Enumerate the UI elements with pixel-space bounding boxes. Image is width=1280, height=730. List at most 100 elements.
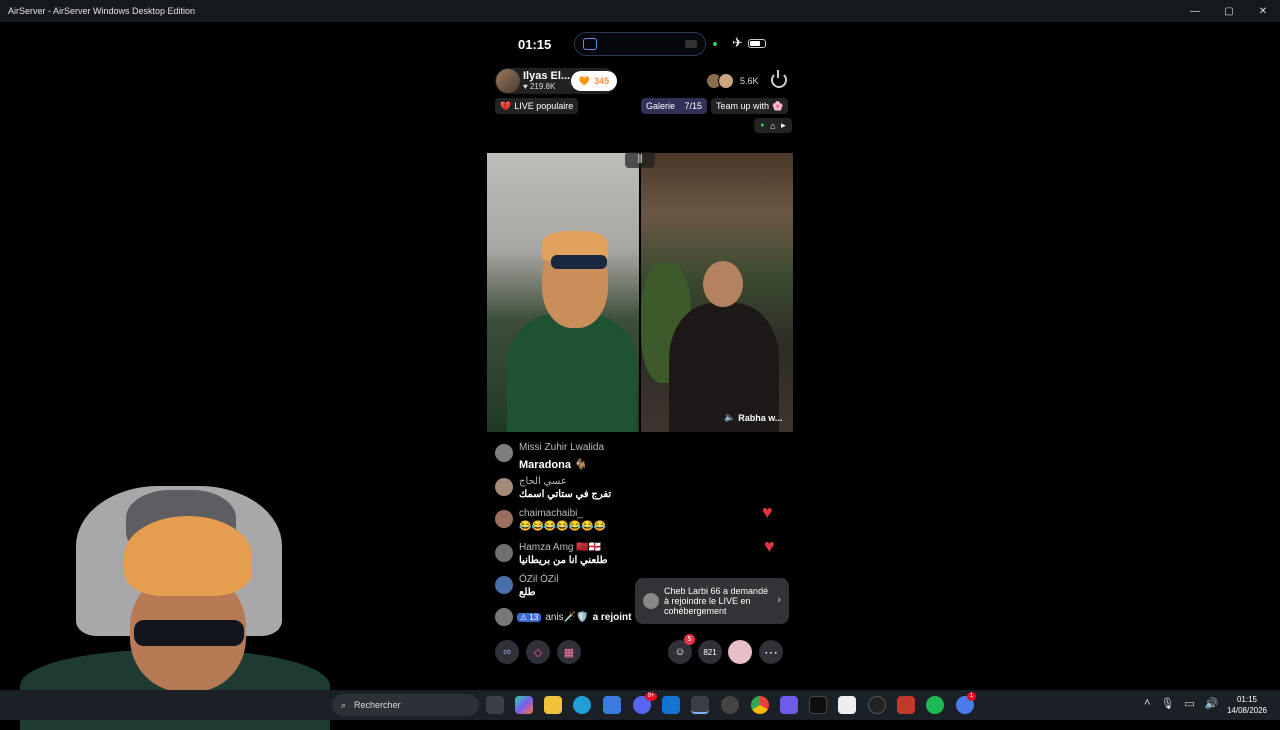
host-video-feed[interactable] <box>487 153 639 432</box>
share-icon[interactable]: 821 <box>698 640 722 664</box>
link-icon[interactable]: ∞ <box>495 640 519 664</box>
search-icon: ⌕ <box>341 699 347 710</box>
team-up-chip[interactable]: Team up with 🌸 <box>711 98 789 114</box>
camera-indicator-icon <box>713 42 717 46</box>
obs-icon[interactable] <box>721 696 739 714</box>
team-up-avatar-icon: 🌸 <box>772 100 784 111</box>
host-likes-value: 219.8K <box>529 82 556 91</box>
host-sunglasses <box>551 255 607 269</box>
comment-avatar[interactable] <box>495 478 513 496</box>
home-icon: ⌂ <box>770 120 776 131</box>
effects-icon[interactable]: ▦ <box>557 640 581 664</box>
host-pill[interactable]: Ilyas El... ♥ 219.8K 🧡 345 <box>495 68 617 94</box>
taskbar-search[interactable]: ⌕ Rechercher <box>332 694 479 716</box>
online-dot-icon: ● <box>760 122 765 129</box>
comment-avatar[interactable] <box>495 544 513 562</box>
guest-label[interactable]: 🔈 Rabha w... <box>724 412 782 423</box>
guest-name: Rabha w... <box>738 412 783 423</box>
host-likes: ♥ 219.8K <box>523 82 556 91</box>
multi-guest-icon[interactable]: ◇ <box>526 640 550 664</box>
edge-icon[interactable] <box>573 696 591 714</box>
comment-avatar[interactable] <box>495 444 513 462</box>
taskbar-clock[interactable]: 01:15 14/08/2026 <box>1222 694 1272 716</box>
speaker-icon: 🔈 <box>724 412 736 422</box>
tiktok-studio-icon[interactable] <box>809 696 827 714</box>
ea-badge: 1 <box>967 692 976 701</box>
task-view-icon[interactable] <box>486 696 504 714</box>
joined-text: a rejoint <box>592 611 632 623</box>
more-options-icon[interactable]: ⋯ <box>759 640 783 664</box>
comment-avatar[interactable] <box>495 510 513 528</box>
gallery-chip[interactable]: Galerie 7/15 <box>641 98 707 114</box>
guest-video-feed[interactable] <box>641 153 793 432</box>
comment-user[interactable]: عسي الحاج <box>519 476 567 487</box>
video-app-icon[interactable] <box>897 696 915 714</box>
comment-text: تفرج في ستاتي اسمك <box>519 489 612 500</box>
outlook-icon[interactable] <box>662 696 680 714</box>
viewer-list[interactable]: 5.6K <box>704 70 764 92</box>
screen-mirroring-icon <box>583 38 597 50</box>
airserver-icon[interactable] <box>691 696 709 714</box>
copilot-icon[interactable] <box>515 696 533 714</box>
viewer-count: 5.6K <box>740 76 759 86</box>
chevron-up-icon[interactable]: ˄ <box>1144 697 1150 710</box>
floating-heart-icon: ♥ <box>762 502 773 522</box>
airplane-mode-icon: ✈ <box>732 35 743 50</box>
requests-badge: 5 <box>684 634 695 645</box>
gamepad-icon[interactable] <box>780 696 798 714</box>
cohost-request-notification[interactable]: Cheb Larbi 66 a demandé à rejoindre le L… <box>635 578 789 624</box>
chrome-icon[interactable] <box>751 696 769 714</box>
floating-heart-icon: ♥ <box>764 536 775 556</box>
comment-text: Maradona 🐐 <box>519 459 588 471</box>
comment-user[interactable]: ÖZil ÖZil <box>519 574 558 585</box>
host-avatar[interactable] <box>496 69 520 93</box>
host-body <box>507 313 637 432</box>
status-bar: 01:15 ✈ <box>486 30 794 58</box>
live-popular-chip[interactable]: 💔 LIVE populaire <box>495 98 579 114</box>
comment-user[interactable]: chaimachaibi_ <box>519 508 583 519</box>
comment-user[interactable]: Hamza Amg 🇲🇦🏴󠁧󠁢󠁥󠁮󠁧󠁿 <box>519 542 601 553</box>
heart-button[interactable]: 🧡 345 <box>571 71 617 91</box>
window-titlebar: AirServer - AirServer Windows Desktop Ed… <box>0 0 1280 22</box>
team-up-label: Team up with <box>716 101 770 111</box>
streamer-hair <box>124 516 252 596</box>
microphone-icon[interactable]: 🎙 <box>1160 697 1174 710</box>
app-icon[interactable] <box>868 696 886 714</box>
gallery-label: Galerie <box>646 101 676 111</box>
window-title: AirServer - AirServer Windows Desktop Ed… <box>8 6 196 16</box>
volume-icon[interactable]: 🔊 <box>1205 697 1219 710</box>
gallery-count: 7/15 <box>684 101 702 111</box>
network-icon[interactable]: ▭ <box>1184 697 1194 710</box>
comment-avatar[interactable] <box>495 576 513 594</box>
level-badge: ⚠ 13 <box>517 612 542 622</box>
discord-badge: 9+ <box>645 692 657 701</box>
windows-taskbar: ⌕ Rechercher 9+ 1 ˄ 🎙 ▭ 🔊 01:15 14/08/20… <box>0 690 1280 720</box>
chevron-right-icon: › <box>777 594 781 606</box>
phone-clock: 01:15 <box>518 37 552 52</box>
live-controls-bar: ∞ ◇ ▦ ☺ 5 821 ⋯ <box>495 634 795 666</box>
joined-user-avatar[interactable] <box>495 608 513 626</box>
joined-user[interactable]: anis🗡️🛡️ <box>545 612 588 623</box>
spotify-icon[interactable] <box>926 696 944 714</box>
close-button[interactable]: ✕ <box>1246 0 1280 22</box>
heart-icon: 🧡 <box>578 75 591 86</box>
search-placeholder: Rechercher <box>354 700 401 710</box>
requester-avatar <box>643 593 659 609</box>
fire-heart-icon: 💔 <box>500 100 512 111</box>
comment-user[interactable]: Missi Zuhir Lwalida <box>519 442 604 453</box>
layout-switch-icon[interactable]: ⫼ <box>625 152 655 168</box>
file-explorer-icon[interactable] <box>544 696 562 714</box>
profile-avatar-icon[interactable] <box>728 640 752 664</box>
viewer-avatar <box>718 73 734 89</box>
store-icon[interactable] <box>603 696 621 714</box>
dynamic-island[interactable] <box>574 32 706 56</box>
window-controls: — ▢ ✕ <box>1178 0 1280 22</box>
chat-app-icon[interactable] <box>838 696 856 714</box>
maximize-button[interactable]: ▢ <box>1212 0 1246 22</box>
heart-count: 345 <box>594 76 610 86</box>
notification-text: Cheb Larbi 66 a demandé à rejoindre le L… <box>664 586 769 616</box>
end-live-icon[interactable] <box>771 70 787 88</box>
status-chip[interactable]: ● ⌂ ▸ <box>754 118 792 133</box>
minimize-button[interactable]: — <box>1178 0 1212 22</box>
comment-text: طلع <box>519 587 536 598</box>
